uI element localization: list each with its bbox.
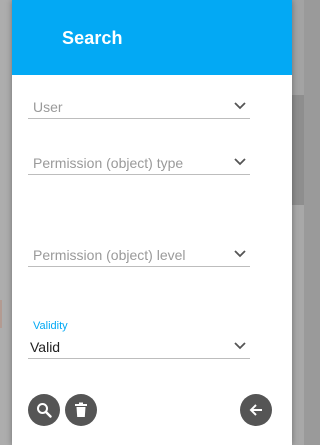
background-left-strip xyxy=(0,0,12,445)
chevron-down-icon xyxy=(234,250,246,258)
permission-type-placeholder: Permission (object) type xyxy=(33,155,184,171)
search-icon xyxy=(37,403,52,418)
search-panel: Search User Permission (object) type Per… xyxy=(12,0,292,445)
chevron-down-icon xyxy=(234,342,246,350)
background-right-band-lower xyxy=(292,205,304,445)
validity-label: Validity xyxy=(33,320,68,332)
chevron-down-icon xyxy=(234,102,246,110)
validity-value: Valid xyxy=(30,339,61,355)
user-placeholder: User xyxy=(33,99,63,115)
background-right-band xyxy=(292,95,304,205)
search-button[interactable] xyxy=(28,394,60,426)
panel-header: Search xyxy=(12,0,292,75)
permission-type-select[interactable]: Permission (object) type xyxy=(28,152,250,175)
panel-title: Search xyxy=(62,28,123,48)
background-partial-element xyxy=(0,300,10,328)
trash-icon xyxy=(75,402,87,417)
chevron-down-icon xyxy=(234,158,246,166)
clear-button[interactable] xyxy=(65,394,97,426)
arrow-left-icon xyxy=(249,404,262,416)
back-button[interactable] xyxy=(240,394,272,426)
permission-level-placeholder: Permission (object) level xyxy=(33,247,186,263)
user-select[interactable]: User xyxy=(28,96,250,119)
validity-select[interactable]: Valid xyxy=(28,336,250,359)
permission-level-select[interactable]: Permission (object) level xyxy=(28,244,250,267)
